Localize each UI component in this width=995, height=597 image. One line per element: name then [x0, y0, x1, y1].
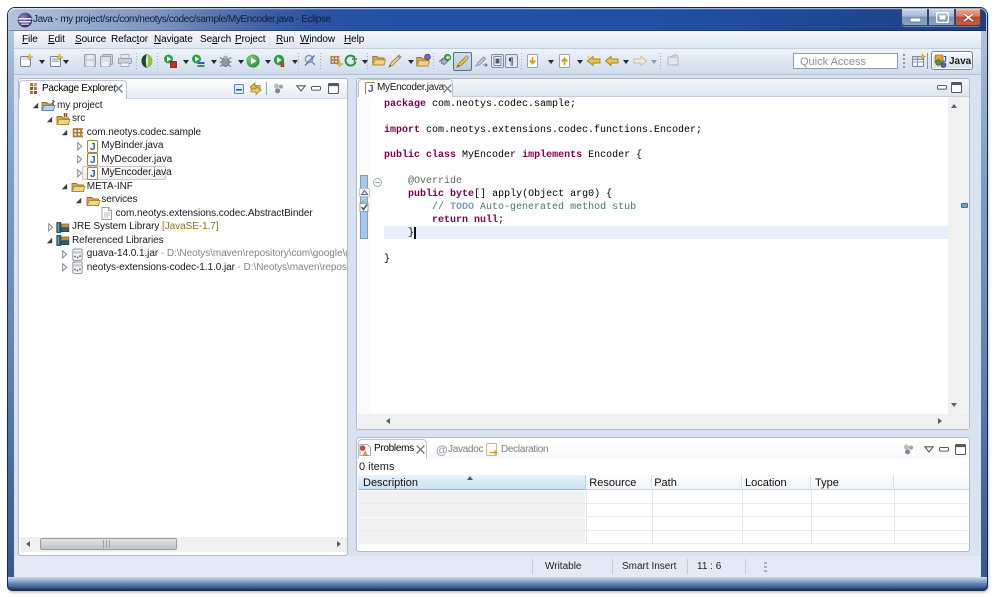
- svg-text:¶: ¶: [508, 57, 513, 68]
- svg-text:J: J: [942, 55, 946, 64]
